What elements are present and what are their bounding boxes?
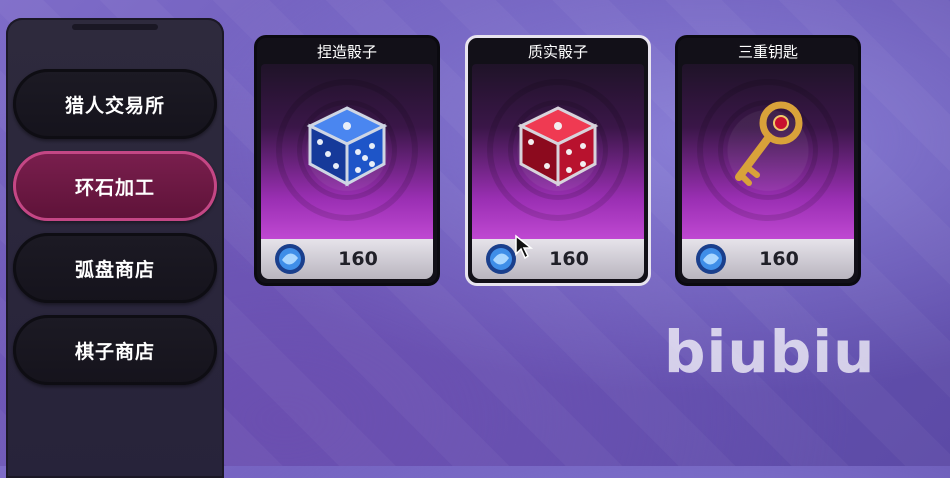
sidebar-item-ring-stone-processing[interactable]: 环石加工	[13, 151, 217, 221]
shop-sidebar: 猎人交易所 环石加工 弧盘商店 棋子商店	[6, 18, 224, 478]
item-name: 质实骰子	[527, 43, 588, 61]
item-art	[472, 64, 644, 244]
item-name: 三重钥匙	[737, 43, 798, 61]
price-bar: 160	[261, 239, 433, 279]
blue-gem-icon	[486, 244, 516, 274]
sidebar-item-label: 棋子商店	[74, 340, 155, 363]
red-dice-icon	[517, 106, 599, 187]
item-price: 160	[549, 248, 589, 270]
item-art	[682, 64, 854, 244]
shop-item-card[interactable]: 质实骰子 160	[465, 35, 651, 286]
sidebar-item-hunter-exchange[interactable]: 猎人交易所	[13, 69, 217, 139]
sidebar-item-label: 弧盘商店	[74, 258, 155, 281]
blue-gem-icon	[696, 244, 726, 274]
item-name: 捏造骰子	[316, 43, 377, 61]
sidebar-item-chess-piece-shop[interactable]: 棋子商店	[13, 315, 217, 385]
item-price: 160	[759, 248, 799, 270]
mouse-cursor-icon	[515, 234, 534, 260]
blue-gem-icon	[275, 244, 305, 274]
golden-key-icon	[735, 101, 803, 186]
shop-item-card[interactable]: 捏造骰子 160	[254, 35, 440, 286]
item-price: 160	[338, 248, 378, 270]
item-art	[261, 64, 433, 244]
sidebar-item-label: 环石加工	[74, 176, 155, 199]
watermark-logo: biubiu	[664, 318, 876, 386]
blue-dice-icon	[306, 106, 388, 187]
price-bar: 160	[682, 239, 854, 279]
shop-item-card[interactable]: 三重钥匙 160	[675, 35, 861, 286]
price-bar: 160	[472, 239, 644, 279]
sidebar-handle	[72, 24, 158, 30]
sidebar-item-label: 猎人交易所	[64, 94, 165, 117]
sidebar-item-arc-disk-shop[interactable]: 弧盘商店	[13, 233, 217, 303]
